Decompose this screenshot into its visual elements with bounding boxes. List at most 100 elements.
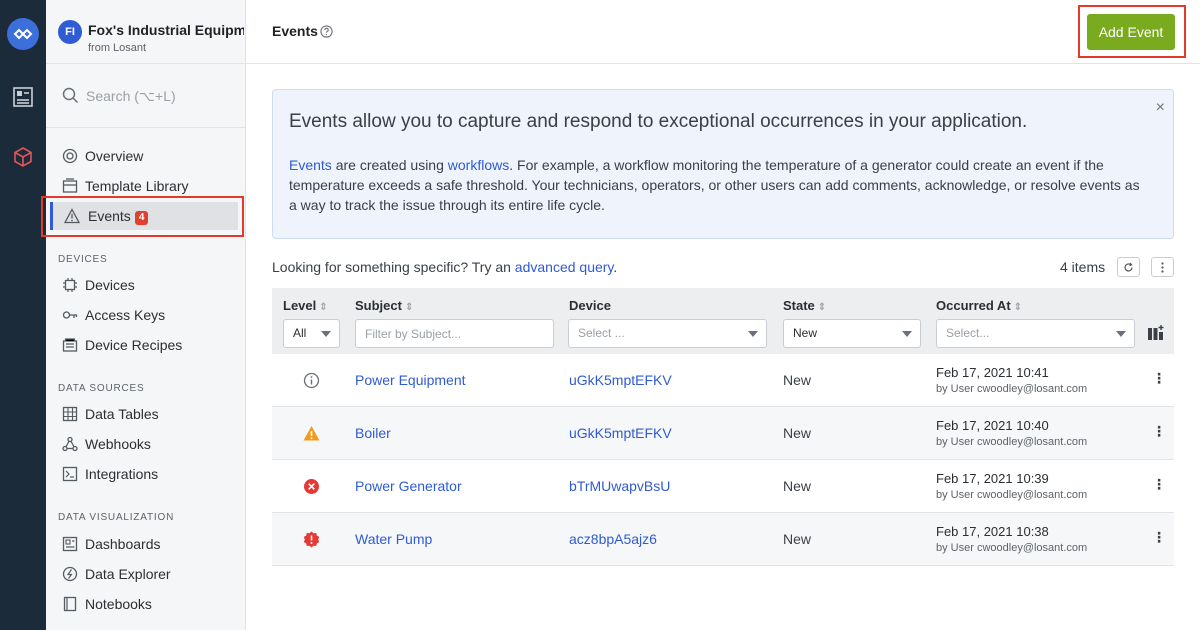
device-filter-select[interactable]: Select ...	[568, 319, 767, 348]
row-actions-icon[interactable]: ⋮	[1152, 476, 1166, 493]
column-level[interactable]: Level ⇕	[283, 298, 328, 313]
webhook-icon	[62, 436, 78, 452]
level-filter-select[interactable]: All	[283, 319, 340, 348]
more-options-button[interactable]	[1151, 257, 1174, 277]
device-filter-placeholder: Select ...	[578, 326, 625, 340]
application-cube-icon[interactable]	[12, 146, 34, 168]
items-count: 4 items	[1060, 259, 1106, 275]
column-device: Device	[569, 298, 611, 313]
info-level-icon	[303, 372, 320, 389]
template-library-icon	[62, 178, 78, 193]
event-subject-link[interactable]: Power Generator	[355, 478, 462, 494]
subject-filter-input[interactable]	[355, 319, 554, 348]
column-state[interactable]: State ⇕	[783, 298, 826, 313]
sidebar-item-label: Integrations	[85, 466, 159, 482]
query-text: Looking for something specific? Try an	[272, 259, 515, 275]
sidebar-item-label: Template Library	[85, 178, 189, 194]
events-docs-link[interactable]: Events	[289, 157, 332, 173]
sidebar-item-label: Devices	[85, 277, 135, 293]
sidebar-item-label: Webhooks	[85, 436, 151, 452]
chevron-down-icon	[902, 331, 912, 337]
refresh-button[interactable]	[1117, 257, 1140, 277]
chevron-down-icon	[1116, 331, 1126, 337]
search-input[interactable]	[86, 85, 236, 107]
event-device-link[interactable]: uGkK5mptEFKV	[569, 425, 672, 441]
info-body: Events are created using workflows. For …	[289, 155, 1149, 215]
losant-logo-icon[interactable]	[7, 18, 39, 50]
sidebar-item-data-explorer[interactable]: Data Explorer	[46, 560, 245, 588]
sort-icon: ⇕	[319, 302, 328, 313]
occurred-filter-placeholder: Select...	[946, 326, 990, 340]
vertical-dots-icon	[1161, 262, 1164, 273]
dashboard-rail-icon[interactable]	[12, 86, 34, 108]
sidebar-item-overview[interactable]: Overview	[46, 142, 245, 170]
sidebar-item-notebooks[interactable]: Notebooks	[46, 590, 245, 618]
sidebar-item-data-tables[interactable]: Data Tables	[46, 400, 245, 428]
chip-icon	[63, 278, 77, 292]
state-filter-select[interactable]: New	[783, 319, 921, 348]
event-subject-link[interactable]: Boiler	[355, 425, 391, 441]
event-subject-link[interactable]: Power Equipment	[355, 372, 466, 388]
sidebar-item-dashboards[interactable]: Dashboards	[46, 530, 245, 558]
event-device-link[interactable]: acz8bpA5ajz6	[569, 531, 657, 547]
sidebar-item-access-keys[interactable]: Access Keys	[46, 301, 245, 329]
sidebar-item-label: Access Keys	[85, 307, 166, 323]
column-label: State	[783, 298, 815, 313]
sort-icon: ⇕	[817, 302, 827, 313]
page-header: Events Add Event	[246, 0, 1200, 64]
event-author: by User cwoodley@losant.com	[936, 489, 1088, 501]
event-state: New	[783, 425, 812, 441]
level-filter-value: All	[293, 326, 307, 340]
table-row[interactable]: Power Equipment uGkK5mptEFKV New Feb 17,…	[272, 354, 1174, 407]
event-state: New	[783, 478, 812, 494]
chevron-down-icon	[748, 331, 758, 337]
sort-icon: ⇕	[404, 302, 414, 313]
section-title-devices: DEVICES	[58, 254, 108, 265]
overview-icon	[62, 148, 78, 164]
data-explorer-icon	[62, 566, 78, 582]
app-name[interactable]: Fox's Industrial Equipm...	[88, 22, 244, 38]
sidebar-item-device-recipes[interactable]: Device Recipes	[46, 331, 245, 359]
critical-level-icon	[303, 531, 320, 548]
column-settings-icon[interactable]	[1147, 324, 1165, 341]
column-label: Occurred At	[936, 298, 1011, 313]
column-subject[interactable]: Subject ⇕	[355, 298, 413, 313]
sidebar-search	[46, 64, 245, 128]
warning-level-icon	[303, 426, 320, 441]
sidebar-item-integrations[interactable]: Integrations	[46, 460, 245, 488]
chevron-down-icon	[321, 331, 331, 337]
sidebar-item-devices[interactable]: Devices	[46, 271, 245, 299]
sidebar-item-webhooks[interactable]: Webhooks	[46, 430, 245, 458]
app-owner: from Losant	[88, 42, 147, 54]
event-device-link[interactable]: uGkK5mptEFKV	[569, 372, 672, 388]
table-row[interactable]: Water Pump acz8bpA5ajz6 New Feb 17, 2021…	[272, 513, 1174, 566]
row-actions-icon[interactable]: ⋮	[1152, 370, 1166, 387]
info-headline: Events allow you to capture and respond …	[289, 111, 1028, 132]
dashboard-icon	[62, 536, 78, 552]
query-text: .	[613, 259, 618, 275]
advanced-query-link[interactable]: advanced query	[515, 259, 614, 275]
sidebar-item-label: Device Recipes	[85, 337, 183, 353]
table-row[interactable]: Power Generator bTrMUwapvBsU New Feb 17,…	[272, 460, 1174, 513]
sidebar-item-label: Notebooks	[85, 596, 152, 612]
event-subject-link[interactable]: Water Pump	[355, 531, 432, 547]
event-device-link[interactable]: bTrMUwapvBsU	[569, 478, 670, 494]
app-rail	[0, 0, 46, 630]
sidebar: FI Fox's Industrial Equipm... from Losan…	[46, 0, 246, 630]
column-occurred-at[interactable]: Occurred At ⇕	[936, 298, 1022, 313]
workflows-docs-link[interactable]: workflows	[448, 157, 509, 173]
sort-icon: ⇕	[1013, 302, 1023, 313]
section-title-data-sources: DATA SOURCES	[58, 383, 145, 394]
occurred-filter-select[interactable]: Select...	[936, 319, 1135, 348]
table-row[interactable]: Boiler uGkK5mptEFKV New Feb 17, 2021 10:…	[272, 407, 1174, 460]
row-actions-icon[interactable]: ⋮	[1152, 423, 1166, 440]
application-header[interactable]: FI Fox's Industrial Equipm... from Losan…	[46, 0, 245, 64]
event-date: Feb 17, 2021 10:41	[936, 365, 1049, 380]
event-author: by User cwoodley@losant.com	[936, 383, 1088, 395]
advanced-query-prompt: Looking for something specific? Try an a…	[272, 259, 617, 275]
help-icon[interactable]	[320, 25, 333, 38]
event-state: New	[783, 531, 812, 547]
refresh-icon	[1124, 262, 1133, 272]
close-icon[interactable]: ×	[1156, 99, 1165, 117]
row-actions-icon[interactable]: ⋮	[1152, 529, 1166, 546]
